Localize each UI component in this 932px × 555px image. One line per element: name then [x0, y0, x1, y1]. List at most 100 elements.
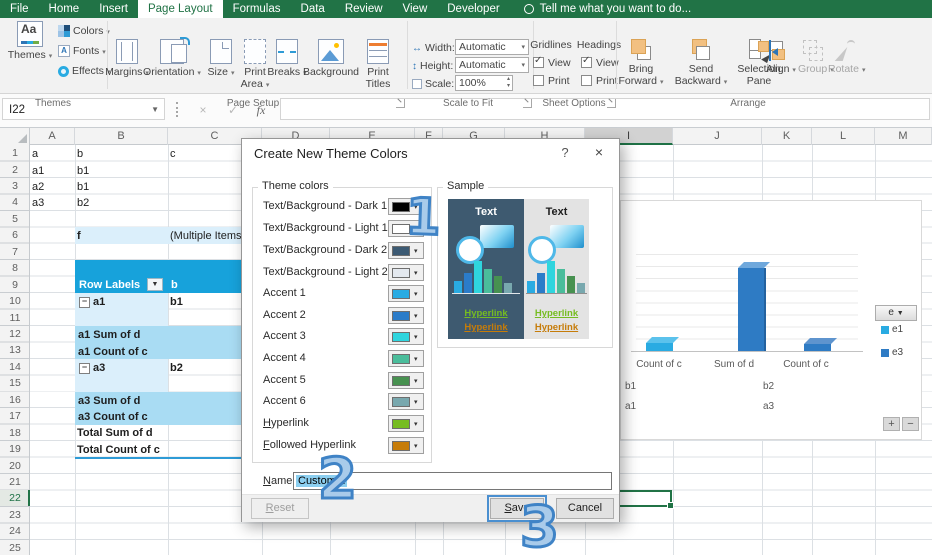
row-labels-filter-dropdown[interactable]: ▼ [147, 278, 163, 291]
theme-colors-button[interactable]: Colors [58, 22, 110, 40]
color-dropdown-button[interactable] [388, 264, 424, 281]
sheet-options-dialog-launcher[interactable] [607, 99, 616, 108]
tab-view[interactable]: View [393, 0, 438, 18]
row-header-21[interactable]: 21 [0, 474, 30, 490]
legend-label-e3[interactable]: e3 [892, 348, 903, 358]
cell-A2[interactable]: a1 [32, 163, 44, 179]
send-backward-button[interactable]: Send Backward [672, 39, 730, 89]
cell-B17[interactable]: a3 Count of c [78, 409, 148, 425]
orientation-button[interactable]: Orientation [143, 39, 201, 80]
print-titles-button[interactable]: Print Titles [357, 39, 399, 90]
cell-B2[interactable]: b1 [77, 163, 89, 179]
collapse-field-button[interactable]: − [902, 417, 919, 431]
tab-file[interactable]: File [0, 0, 39, 18]
pivot-chart[interactable]: Count of c Sum of d Count of c b1 a1 b2 … [620, 200, 922, 440]
page-setup-dialog-launcher[interactable] [396, 99, 405, 108]
row-header-9[interactable]: 9 [0, 277, 30, 293]
themes-button[interactable]: Aa Themes [4, 21, 56, 63]
row-header-23[interactable]: 23 [0, 507, 30, 523]
color-dropdown-button[interactable] [388, 307, 424, 324]
row-header-7[interactable]: 7 [0, 244, 30, 260]
row-header-11[interactable]: 11 [0, 310, 30, 326]
color-dropdown-button[interactable] [388, 437, 424, 454]
column-header-L[interactable]: L [812, 127, 875, 145]
cell-A4[interactable]: a3 [32, 195, 44, 211]
row-header-25[interactable]: 25 [0, 540, 30, 555]
cell-C6[interactable]: (Multiple Items) [170, 228, 245, 244]
theme-fonts-button[interactable]: A Fonts [58, 42, 106, 60]
cell-B6[interactable]: f [77, 228, 81, 244]
cell-B16[interactable]: a3 Sum of d [78, 393, 140, 409]
help-button[interactable]: ? [554, 145, 576, 163]
row-header-20[interactable]: 20 [0, 458, 30, 474]
tell-me-box[interactable]: Tell me what you want to do... [524, 0, 692, 18]
tab-formulas[interactable]: Formulas [223, 0, 291, 18]
row-header-17[interactable]: 17 [0, 408, 30, 424]
scale-spinner[interactable]: 100% ▴▾ [455, 75, 513, 91]
scale-to-fit-dialog-launcher[interactable] [523, 99, 532, 108]
column-header-A[interactable]: A [30, 127, 75, 145]
row-header-8[interactable]: 8 [0, 260, 30, 276]
row-header-22[interactable]: 22 [0, 490, 30, 506]
row-header-12[interactable]: 12 [0, 326, 30, 342]
column-header-K[interactable]: K [762, 127, 812, 145]
bar-e3-count-of-c[interactable] [804, 344, 831, 351]
cell-B9-row-labels[interactable]: Row Labels [79, 277, 140, 293]
cell-B14[interactable]: a3 [79, 360, 105, 376]
row-header-15[interactable]: 15 [0, 375, 30, 391]
theme-effects-button[interactable]: Effects [58, 62, 110, 80]
cell-B12[interactable]: a1 Sum of d [78, 327, 140, 343]
cell-B19[interactable]: Total Count of c [77, 442, 160, 458]
row-header-13[interactable]: 13 [0, 342, 30, 358]
height-dropdown[interactable]: Automatic ▾ [455, 57, 529, 73]
gridlines-print-checkbox[interactable]: Print [533, 75, 570, 87]
color-dropdown-button[interactable] [388, 285, 424, 302]
width-dropdown[interactable]: Automatic ▾ [455, 39, 529, 55]
collapse-icon[interactable] [79, 297, 90, 308]
cell-B10[interactable]: a1 [79, 294, 105, 310]
align-button[interactable]: Align [766, 39, 796, 77]
row-header-14[interactable]: 14 [0, 359, 30, 375]
row-header-4[interactable]: 4 [0, 194, 30, 210]
legend-field-button[interactable]: e ▼ [875, 305, 917, 321]
row-header-1[interactable]: 1 [0, 145, 30, 161]
collapse-icon[interactable] [79, 363, 90, 374]
tab-developer[interactable]: Developer [437, 0, 509, 18]
color-dropdown-button[interactable] [388, 372, 424, 389]
color-dropdown-button[interactable] [388, 328, 424, 345]
tab-review[interactable]: Review [335, 0, 393, 18]
cell-C14[interactable]: b2 [170, 360, 183, 376]
background-button[interactable]: Background [301, 39, 361, 78]
tab-data[interactable]: Data [291, 0, 335, 18]
row-header-16[interactable]: 16 [0, 392, 30, 408]
size-button[interactable]: Size [203, 39, 239, 80]
cell-B4[interactable]: b2 [77, 195, 89, 211]
expand-field-button[interactable]: + [883, 417, 900, 431]
legend-label-e1[interactable]: e1 [892, 325, 903, 335]
color-dropdown-button[interactable] [388, 350, 424, 367]
row-header-3[interactable]: 3 [0, 178, 30, 194]
row-header-2[interactable]: 2 [0, 162, 30, 178]
cell-A1[interactable]: a [32, 146, 38, 162]
cell-B18[interactable]: Total Sum of d [77, 425, 153, 441]
color-dropdown-button[interactable] [388, 415, 424, 432]
cell-B13[interactable]: a1 Count of c [78, 344, 148, 360]
cell-B3[interactable]: b1 [77, 179, 89, 195]
cell-C10[interactable]: b1 [170, 294, 183, 310]
bring-forward-button[interactable]: Bring Forward [612, 39, 670, 89]
tab-page-layout[interactable]: Page Layout [138, 0, 223, 18]
bar-e3-sum-of-d[interactable] [738, 268, 766, 351]
cell-C1[interactable]: c [170, 146, 176, 162]
cell-B1[interactable]: b [77, 146, 83, 162]
row-header-5[interactable]: 5 [0, 211, 30, 227]
cell-A3[interactable]: a2 [32, 179, 44, 195]
select-all-corner[interactable] [0, 127, 30, 145]
cancel-button[interactable]: Cancel [556, 498, 614, 519]
row-header-10[interactable]: 10 [0, 293, 30, 309]
cell-C9[interactable]: b [171, 277, 178, 293]
gridlines-view-checkbox[interactable]: View [533, 57, 571, 69]
color-dropdown-button[interactable] [388, 393, 424, 410]
row-header-24[interactable]: 24 [0, 523, 30, 539]
row-header-6[interactable]: 6 [0, 227, 30, 243]
bar-e1-count-of-c[interactable] [646, 343, 673, 351]
